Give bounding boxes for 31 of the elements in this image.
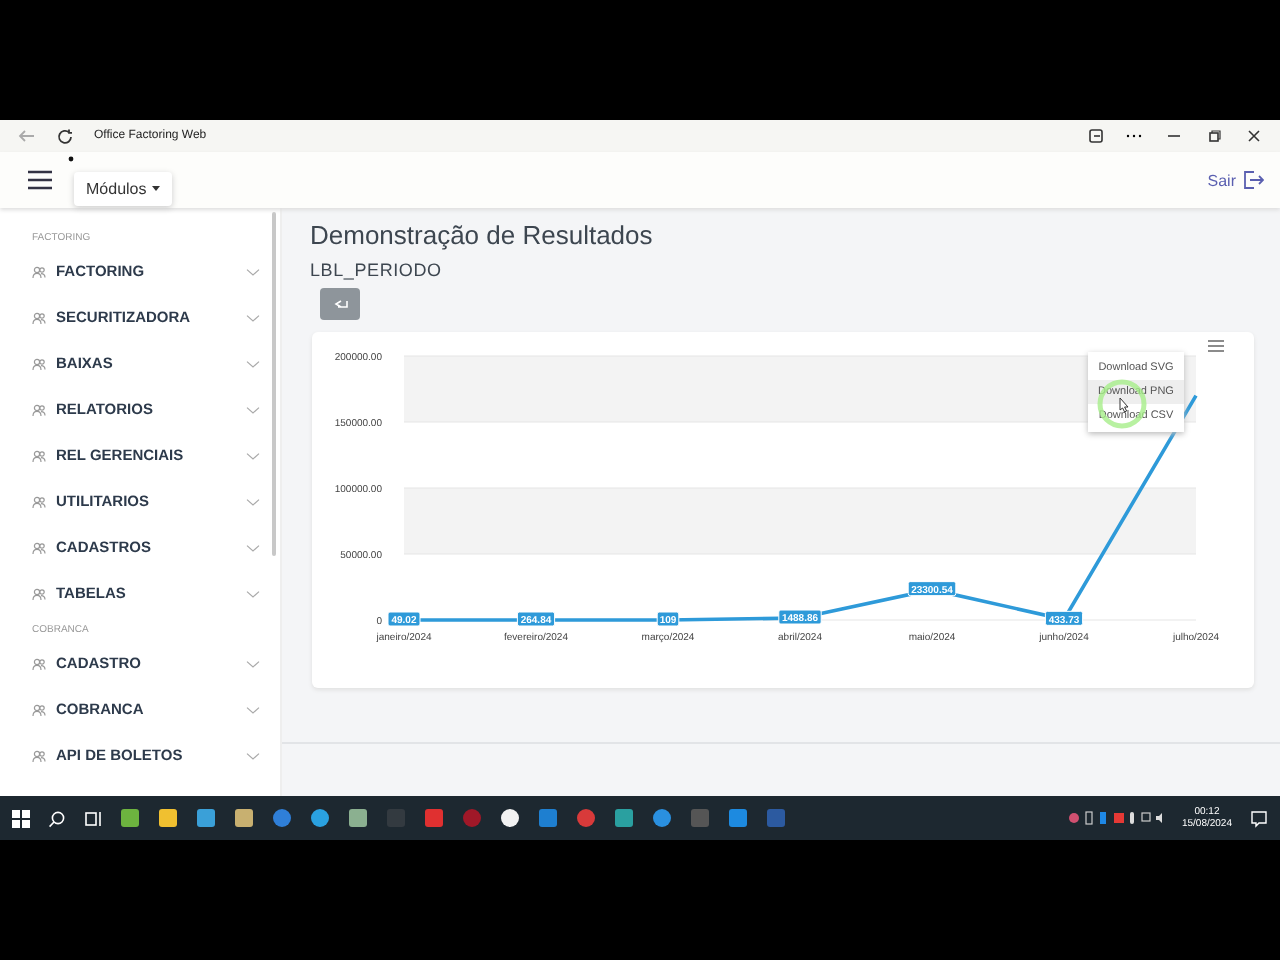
users-icon <box>32 541 46 553</box>
users-icon <box>32 587 46 599</box>
caret-icon <box>152 186 161 192</box>
tray-icons-drawing[interactable] <box>1067 810 1164 826</box>
app-window-icon[interactable] <box>1088 128 1104 144</box>
task-view-icon[interactable] <box>84 809 102 827</box>
start-icon[interactable] <box>12 809 30 827</box>
search-icon[interactable] <box>48 809 66 827</box>
logout-link[interactable]: Sair <box>1207 170 1264 190</box>
page-title: Demonstração de Resultados <box>310 220 655 250</box>
users-icon <box>32 495 46 507</box>
back-arrow-icon <box>333 298 347 310</box>
notification-icon[interactable] <box>1250 809 1268 827</box>
users-icon <box>32 703 46 715</box>
scrollbar[interactable] <box>271 212 276 556</box>
period-label: LBL_PERIODO <box>310 260 444 280</box>
menu-icon[interactable] <box>28 170 52 190</box>
chart-menu-icon[interactable] <box>1207 340 1225 352</box>
users-icon <box>32 265 46 277</box>
users-icon <box>32 657 46 669</box>
users-icon <box>32 311 46 323</box>
close-icon[interactable] <box>1244 128 1264 144</box>
users-icon <box>32 449 46 461</box>
users-icon <box>32 749 46 761</box>
users-icon <box>32 403 46 415</box>
restore-icon[interactable] <box>1204 128 1224 144</box>
logout-icon <box>1242 170 1264 190</box>
users-icon <box>32 357 46 369</box>
dot-icon <box>68 156 74 162</box>
refresh-icon[interactable] <box>56 127 74 145</box>
modules-dropdown[interactable]: Módulos <box>74 172 173 206</box>
